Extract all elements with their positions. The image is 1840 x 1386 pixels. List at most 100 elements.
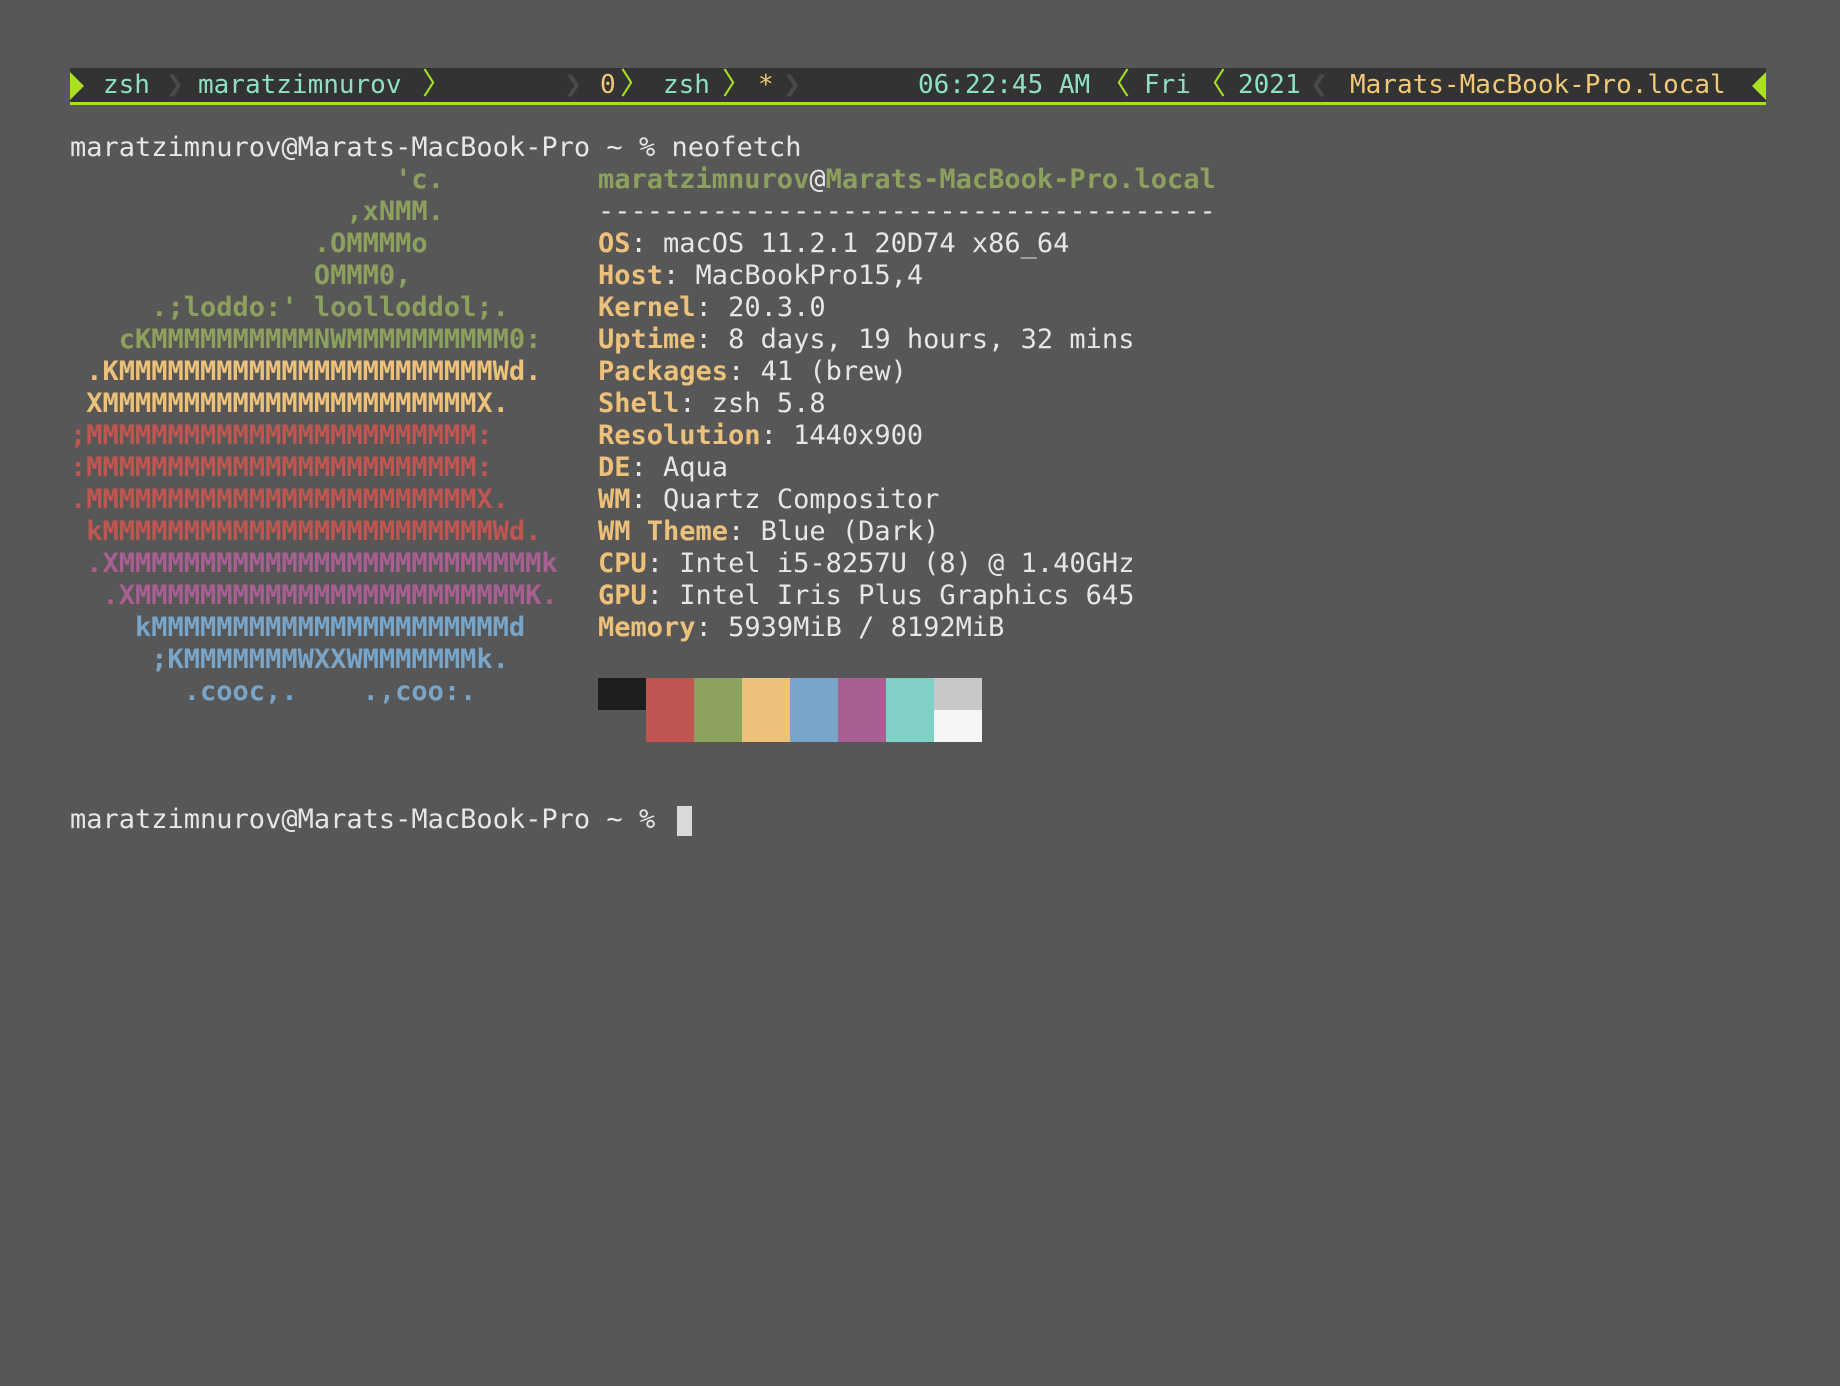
info-divider: -------------------------------------- (598, 196, 1216, 227)
chevron-left-icon: 〈 (1100, 67, 1130, 102)
palette-swatch (646, 710, 694, 742)
info-key: Packages (598, 356, 729, 387)
palette-row-normal (598, 678, 982, 710)
chevron-right-icon: 〉 (722, 67, 752, 102)
ascii-art-line: .KMMMMMMMMMMMMMMMMMMMMMMMWd. (70, 356, 542, 387)
info-key: CPU (598, 548, 647, 579)
chevron-left-icon: 〈 (1196, 67, 1226, 102)
separator-arrow-icon: ❯ (166, 67, 185, 102)
info-key: Uptime (598, 324, 696, 355)
info-row: Resolution: 1440x900 (598, 420, 923, 452)
separator-arrow-icon: ❯ (564, 67, 583, 102)
info-separator: : (695, 612, 729, 643)
info-value: macOS 11.2.1 20D74 x86_64 (663, 228, 1070, 259)
info-title: maratzimnurov@Marats-MacBook-Pro.local (598, 164, 1216, 196)
info-value: 41 (brew) (760, 356, 907, 387)
status-left-cap-icon (70, 72, 84, 100)
ascii-art-line: kMMMMMMMMMMMMMMMMMMMMMMd (70, 612, 526, 643)
ascii-art-line: .XMMMMMMMMMMMMMMMMMMMMMMMMMMk (70, 548, 558, 579)
info-row: Host: MacBookPro15,4 (598, 260, 923, 292)
window-active-flag: * (758, 70, 774, 100)
palette-swatch (790, 710, 838, 742)
info-value: Quartz Compositor (663, 484, 940, 515)
info-row: Kernel: 20.3.0 (598, 292, 826, 324)
active-prompt-line[interactable]: maratzimnurov@Marats-MacBook-Pro ~ % (70, 804, 693, 836)
info-separator: : (630, 452, 664, 483)
command-text: neofetch (671, 132, 802, 163)
info-separator: : (695, 324, 729, 355)
info-value: MacBookPro15,4 (695, 260, 924, 291)
color-palette (598, 678, 982, 742)
palette-swatch (646, 678, 694, 710)
palette-swatch (742, 678, 790, 710)
info-value: 5939MiB / 8192MiB (728, 612, 1005, 643)
info-row: Memory: 5939MiB / 8192MiB (598, 612, 1004, 644)
palette-row-bright (598, 710, 982, 742)
ascii-art-line: kMMMMMMMMMMMMMMMMMMMMMMMMWd. (70, 516, 542, 547)
window-name[interactable]: zsh (663, 68, 710, 102)
info-value: 8 days, 19 hours, 32 mins (728, 324, 1135, 355)
ascii-art-line: .XMMMMMMMMMMMMMMMMMMMMMMMMK. (70, 580, 558, 611)
info-key: OS (598, 228, 631, 259)
info-row: OS: macOS 11.2.1 20D74 x86_64 (598, 228, 1069, 260)
info-value: Intel Iris Plus Graphics 645 (679, 580, 1135, 611)
info-key: Resolution (598, 420, 761, 451)
status-time: 06:22:45 AM (918, 70, 1091, 100)
ascii-art-line: cKMMMMMMMMMMNWMMMMMMMMMM0: (70, 324, 542, 355)
info-value: 20.3.0 (728, 292, 826, 323)
info-key: Shell (598, 388, 680, 419)
ascii-art-line: .cooc,. .,coo:. (70, 676, 477, 707)
ascii-art-line: OMMM0, (70, 260, 412, 291)
palette-swatch (742, 710, 790, 742)
info-row: WM: Quartz Compositor (598, 484, 939, 516)
separator-arrow-icon: ❯ (783, 67, 802, 102)
info-key: Host (598, 260, 664, 291)
ascii-art-line: XMMMMMMMMMMMMMMMMMMMMMMMX. (70, 388, 509, 419)
window-index[interactable]: 0 (600, 68, 616, 102)
status-user: maratzimnurov (198, 70, 402, 100)
palette-swatch (598, 710, 646, 742)
ascii-art-line: ,xNMM. (70, 196, 444, 227)
info-separator: : (646, 580, 680, 611)
palette-swatch (838, 678, 886, 710)
text-cursor (677, 805, 693, 836)
status-hostname: Marats-MacBook-Pro.local (1350, 70, 1726, 100)
palette-swatch (790, 678, 838, 710)
palette-swatch (598, 678, 646, 710)
ascii-art-line: 'c. (70, 164, 444, 195)
info-key: Kernel (598, 292, 696, 323)
info-row: Shell: zsh 5.8 (598, 388, 826, 420)
info-separator: : (646, 548, 680, 579)
info-host: Marats-MacBook-Pro.local (825, 164, 1216, 195)
shell-prompt: maratzimnurov@Marats-MacBook-Pro ~ % (70, 804, 672, 835)
info-user: maratzimnurov (598, 164, 810, 195)
info-value: Aqua (663, 452, 729, 483)
tmux-status-bar: zsh ❯ maratzimnurov 〉 ❯ 0 〉 zsh 〉 * ❯ 06… (70, 68, 1766, 105)
palette-swatch (694, 678, 742, 710)
info-separator: : (760, 420, 794, 451)
info-separator: : (630, 228, 664, 259)
info-separator: : (630, 484, 664, 515)
info-value: 1440x900 (793, 420, 924, 451)
palette-swatch (838, 710, 886, 742)
shell-prompt: maratzimnurov@Marats-MacBook-Pro ~ % (70, 132, 672, 163)
palette-swatch (934, 678, 982, 710)
status-right-cap-icon (1752, 72, 1766, 100)
palette-swatch (694, 710, 742, 742)
info-value: Intel i5-8257U (8) @ 1.40GHz (679, 548, 1135, 579)
info-separator: : (728, 516, 761, 547)
info-key: Memory (598, 612, 696, 643)
status-year: 2021 (1238, 70, 1301, 100)
info-row: CPU: Intel i5-8257U (8) @ 1.40GHz (598, 548, 1134, 580)
info-row: DE: Aqua (598, 452, 728, 484)
palette-swatch (886, 710, 934, 742)
info-key: WM (598, 484, 631, 515)
info-separator: : (695, 292, 729, 323)
info-key: WM Theme (598, 516, 729, 547)
status-day: Fri (1144, 70, 1191, 100)
info-row: Packages: 41 (brew) (598, 356, 907, 388)
info-value: Blue (Dark) (760, 516, 940, 547)
info-separator: : (728, 356, 761, 387)
ascii-art-line: :MMMMMMMMMMMMMMMMMMMMMMMM: (70, 452, 493, 483)
info-key: DE (598, 452, 631, 483)
